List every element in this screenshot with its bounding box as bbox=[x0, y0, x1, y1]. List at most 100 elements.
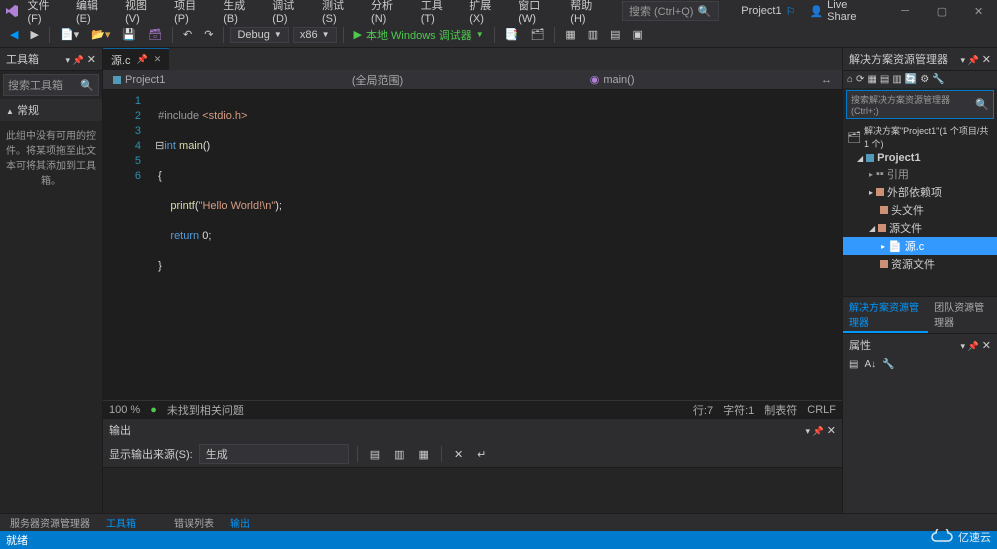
menu-window[interactable]: 窗口(W) bbox=[512, 0, 562, 27]
out-wrap-button[interactable]: ↵ bbox=[473, 446, 490, 463]
editor-tab[interactable]: 源.c 📌 ✕ bbox=[103, 48, 169, 71]
tab-toolbox[interactable]: 工具箱 bbox=[100, 514, 142, 531]
save-button[interactable]: 💾 bbox=[118, 26, 140, 43]
new-project-button[interactable]: 📄▾ bbox=[56, 26, 83, 43]
nav-fwd-button[interactable]: ▶ bbox=[26, 26, 42, 43]
zoom-level[interactable]: 100 % bbox=[109, 404, 140, 416]
sync-icon[interactable]: ⟳ bbox=[856, 74, 864, 85]
close-icon[interactable]: ✕ bbox=[827, 425, 836, 437]
toolbox-section[interactable]: ▲ 常规 bbox=[0, 99, 102, 121]
tb-icon-6[interactable]: ▣ bbox=[629, 26, 647, 43]
issues-text[interactable]: 未找到相关问题 bbox=[167, 402, 244, 418]
menu-file[interactable]: 文件(F) bbox=[22, 0, 68, 27]
nav-back-button[interactable]: ◀ bbox=[6, 26, 22, 43]
col-indicator[interactable]: 字符:1 bbox=[723, 402, 754, 418]
cat-icon[interactable]: ▤ bbox=[849, 359, 858, 370]
save-all-button[interactable]: 🗃 bbox=[144, 26, 166, 43]
pin-tab-icon[interactable]: 📌 bbox=[137, 54, 148, 65]
tb-icon-5[interactable]: ▤ bbox=[606, 26, 624, 43]
menu-build[interactable]: 生成(B) bbox=[217, 0, 264, 27]
solution-search[interactable]: 搜索解决方案资源管理器(Ctrl+;) 🔍 bbox=[846, 90, 994, 119]
redo-button[interactable]: ↷ bbox=[200, 26, 217, 43]
platform-dropdown[interactable]: x86▼ bbox=[293, 27, 337, 43]
output-body[interactable] bbox=[103, 468, 842, 513]
close-tab-icon[interactable]: ✕ bbox=[154, 54, 162, 65]
menu-project[interactable]: 项目(P) bbox=[168, 0, 215, 27]
menu-view[interactable]: 视图(V) bbox=[119, 0, 166, 27]
menu-analyze[interactable]: 分析(N) bbox=[365, 0, 413, 27]
notify-icon[interactable]: ⚐ bbox=[786, 5, 796, 18]
tree-refs[interactable]: ▸▪▪ 引用 bbox=[843, 165, 997, 183]
properties-body[interactable] bbox=[843, 373, 997, 513]
refresh-icon[interactable]: 🔄 bbox=[905, 74, 917, 85]
menu-edit[interactable]: 编辑(E) bbox=[70, 0, 117, 27]
output-source-dropdown[interactable]: 生成 bbox=[199, 444, 349, 464]
tree-resources[interactable]: 资源文件 bbox=[843, 255, 997, 273]
close-icon[interactable]: ✕ bbox=[982, 54, 991, 66]
home-icon[interactable]: ⌂ bbox=[847, 74, 853, 85]
out-clear-button[interactable]: ✕ bbox=[450, 446, 467, 463]
tb-icon-4[interactable]: ▥ bbox=[584, 26, 602, 43]
tool-icon[interactable]: ▦ bbox=[867, 74, 876, 85]
tab-team-explorer[interactable]: 团队资源管理器 bbox=[928, 297, 997, 333]
tool-icon[interactable]: ⚙ bbox=[920, 74, 929, 85]
minimize-button[interactable]: ─ bbox=[891, 5, 920, 17]
close-icon[interactable]: ✕ bbox=[87, 54, 96, 66]
tool-icon[interactable]: ▥ bbox=[892, 74, 901, 85]
menu-help[interactable]: 帮助(H) bbox=[564, 0, 612, 27]
pin-icon[interactable]: ▾ 📌 bbox=[960, 341, 978, 351]
breadcrumb-bar: Project1 (全局范围) ◉ main() ↔ bbox=[103, 70, 842, 90]
close-button[interactable]: ✕ bbox=[964, 5, 993, 18]
function-icon: ◉ bbox=[590, 73, 600, 86]
menu-tools[interactable]: 工具(T) bbox=[415, 0, 461, 27]
live-share-button[interactable]: 👤 Live Share bbox=[803, 0, 882, 25]
tb-icon-3[interactable]: ▦ bbox=[561, 26, 579, 43]
line-indicator[interactable]: 行:7 bbox=[693, 402, 713, 418]
out-btn-1[interactable]: ▤ bbox=[366, 446, 384, 463]
tab-output[interactable]: 输出 bbox=[224, 514, 256, 531]
close-icon[interactable]: ✕ bbox=[982, 340, 991, 352]
tool-icon[interactable]: 🔧 bbox=[932, 74, 944, 85]
project-icon bbox=[866, 154, 874, 162]
tree-headers[interactable]: 头文件 bbox=[843, 201, 997, 219]
tb-icon-2[interactable]: 🗂 bbox=[526, 26, 548, 43]
tool-icon[interactable]: ▤ bbox=[880, 74, 889, 85]
code-editor[interactable]: 1 2 3 4 5 6 #include <stdio.h> ⊟int main… bbox=[103, 90, 842, 400]
menu-extensions[interactable]: 扩展(X) bbox=[463, 0, 510, 27]
folder-icon bbox=[878, 224, 886, 232]
tree-external[interactable]: ▸ 外部依赖项 bbox=[843, 183, 997, 201]
tree-project[interactable]: ◢ Project1 bbox=[843, 151, 997, 165]
pin-icon[interactable]: ▾ 📌 bbox=[65, 55, 83, 65]
config-dropdown[interactable]: Debug▼ bbox=[230, 27, 288, 43]
pin-icon[interactable]: ▾ 📌 bbox=[805, 426, 823, 436]
tab-solution-explorer[interactable]: 解决方案资源管理器 bbox=[843, 297, 928, 333]
menu-debug[interactable]: 调试(D) bbox=[266, 0, 314, 27]
undo-button[interactable]: ↶ bbox=[179, 26, 196, 43]
output-panel: 输出 ▾ 📌 ✕ 显示输出来源(S): 生成 ▤ ▥ ▦ ✕ ↵ bbox=[103, 418, 842, 513]
code-content[interactable]: #include <stdio.h> ⊟int main() { printf(… bbox=[149, 90, 842, 400]
tab-server-explorer[interactable]: 服务器资源管理器 bbox=[4, 514, 96, 531]
breadcrumb-project[interactable]: Project1 bbox=[109, 74, 169, 86]
split-icon[interactable]: ↔ bbox=[817, 74, 836, 86]
toolbox-search[interactable]: 搜索工具箱 🔍 bbox=[3, 74, 99, 96]
out-btn-3[interactable]: ▦ bbox=[415, 446, 433, 463]
tree-file[interactable]: ▸📄 源.c bbox=[843, 237, 997, 255]
eol-indicator[interactable]: CRLF bbox=[807, 404, 836, 416]
breadcrumb-scope[interactable]: (全局范围) bbox=[348, 72, 407, 88]
start-debug-button[interactable]: ▶ 本地 Windows 调试器 ▼ bbox=[350, 25, 488, 45]
editor-area: 源.c 📌 ✕ Project1 (全局范围) ◉ main() ↔ bbox=[103, 48, 842, 513]
menu-test[interactable]: 测试(S) bbox=[316, 0, 363, 27]
tab-error-list[interactable]: 错误列表 bbox=[168, 514, 220, 531]
tabs-indicator[interactable]: 制表符 bbox=[764, 402, 797, 418]
pin-icon[interactable]: ▾ 📌 bbox=[960, 55, 978, 65]
tree-sources[interactable]: ◢ 源文件 bbox=[843, 219, 997, 237]
open-button[interactable]: 📂▾ bbox=[87, 26, 114, 43]
sort-icon[interactable]: A↓ bbox=[864, 359, 876, 370]
out-btn-2[interactable]: ▥ bbox=[390, 446, 408, 463]
wrench-icon[interactable]: 🔧 bbox=[882, 359, 894, 370]
breadcrumb-symbol[interactable]: ◉ main() bbox=[586, 73, 639, 86]
quick-search[interactable]: 搜索 (Ctrl+Q) 🔍 bbox=[622, 1, 719, 21]
tb-icon-1[interactable]: 📑 bbox=[501, 26, 523, 43]
tree-solution[interactable]: 🗂 解决方案"Project1"(1 个项目/共 1 个) bbox=[843, 123, 997, 151]
maximize-button[interactable]: ▢ bbox=[928, 5, 957, 18]
